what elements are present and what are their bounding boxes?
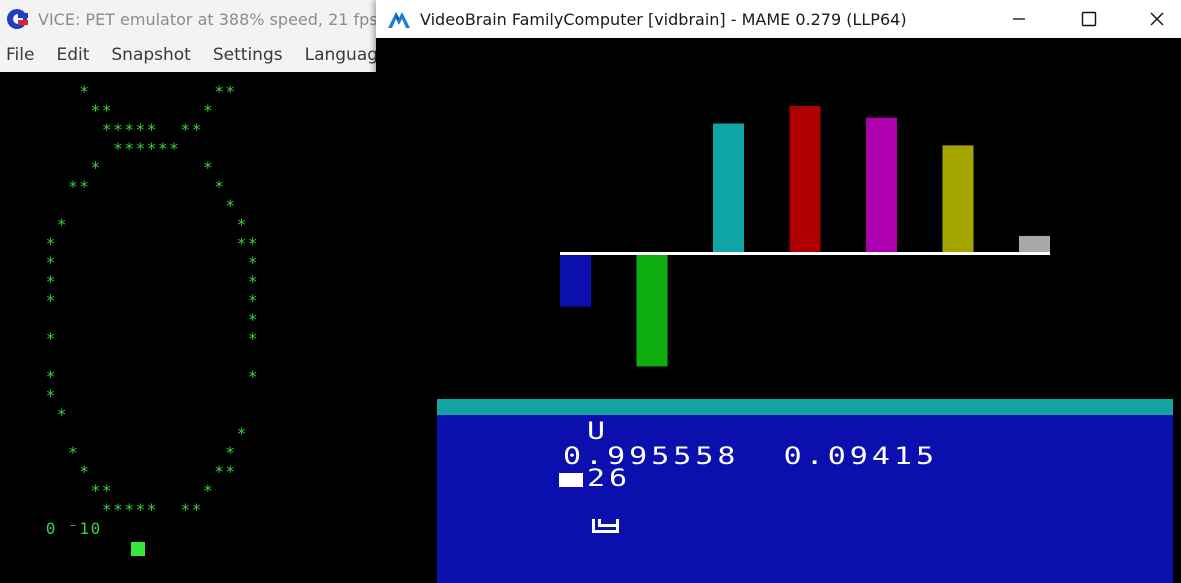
videobrain-emulator-screen[interactable]: U 0.995558 0.09415 26 [376, 38, 1181, 583]
graph-bar [713, 123, 744, 253]
pet-screen-row: * [12, 310, 260, 329]
mame-window-title: VideoBrain FamilyComputer [vidbrain] - M… [420, 9, 907, 29]
graph-bar [636, 254, 668, 367]
screen-label: U [587, 417, 610, 446]
maximize-button[interactable] [1066, 0, 1112, 38]
videobrain-bar-graph [560, 106, 1050, 367]
graph-bar [789, 106, 821, 252]
pet-screen-row: * * [12, 443, 237, 462]
mame-logo-icon [386, 6, 412, 32]
menu-edit[interactable]: Edit [56, 45, 89, 65]
text-panel-top-bar [437, 399, 1173, 415]
vice-titlebar[interactable]: VICE: PET emulator at 388% speed, 21 fps [0, 0, 380, 38]
input-cursor [559, 473, 583, 487]
pet-screen-row: * * [12, 329, 260, 348]
vice-window-title: VICE: PET emulator at 388% speed, 21 fps [38, 9, 378, 29]
text-panel: U 0.995558 0.09415 26 [437, 415, 1173, 583]
prompt-symbol-icon [592, 519, 619, 533]
pet-emulator-screen[interactable]: * ** ** * ***** ** ****** * * ** * * * *… [0, 72, 376, 583]
pet-screen-row: ***** ** [12, 120, 203, 139]
pet-screen-row: * [12, 196, 237, 215]
menu-settings[interactable]: Settings [213, 45, 283, 65]
pet-screen-row: * [12, 386, 57, 405]
pet-cursor [131, 542, 145, 556]
pet-screen-row: ** * [12, 481, 215, 500]
mame-titlebar[interactable]: VideoBrain FamilyComputer [vidbrain] - M… [376, 0, 1181, 38]
pet-screen-row: * [12, 405, 69, 424]
pet-screen-row: * * [12, 253, 260, 272]
pet-screen-row: * ** [12, 234, 260, 253]
screen-input-line: 26 [587, 464, 632, 493]
menu-language[interactable]: Language [305, 45, 380, 65]
vice-menubar: File Edit Snapshot Settings Language [0, 38, 380, 72]
pet-screen-row: ****** [12, 139, 181, 158]
pet-screen-row: * ** [12, 462, 237, 481]
pet-screen-row: ** * [12, 177, 226, 196]
pet-screen-row: ** * [12, 101, 215, 120]
close-button[interactable] [1134, 0, 1180, 38]
graph-bar [942, 145, 974, 252]
close-icon [1150, 12, 1164, 26]
graph-bar [1019, 235, 1050, 252]
pet-screen-row: ***** ** [12, 500, 203, 519]
pet-screen-row: * ** [12, 82, 237, 101]
graph-bar [866, 117, 897, 253]
menu-snapshot[interactable]: Snapshot [111, 45, 190, 65]
graph-axis-line [560, 252, 1050, 255]
pet-screen-row: * * [12, 272, 260, 291]
mame-window: VideoBrain FamilyComputer [vidbrain] - M… [376, 0, 1181, 583]
pet-screen-row: * * [12, 215, 248, 234]
graph-bar [560, 254, 591, 307]
pet-screen-row: * * [12, 158, 215, 177]
pet-screen-row: * [12, 424, 248, 443]
menu-file[interactable]: File [6, 45, 34, 65]
maximize-icon [1081, 11, 1097, 27]
minimize-button[interactable] [996, 0, 1042, 38]
pet-screen-row: 0 ⁻10 [12, 519, 102, 538]
pet-screen-row: * * [12, 291, 260, 310]
vice-window: VICE: PET emulator at 388% speed, 21 fps… [0, 0, 380, 583]
minimize-icon [1013, 18, 1025, 20]
pet-screen-row: * * [12, 367, 260, 386]
vice-app-icon [6, 8, 28, 30]
